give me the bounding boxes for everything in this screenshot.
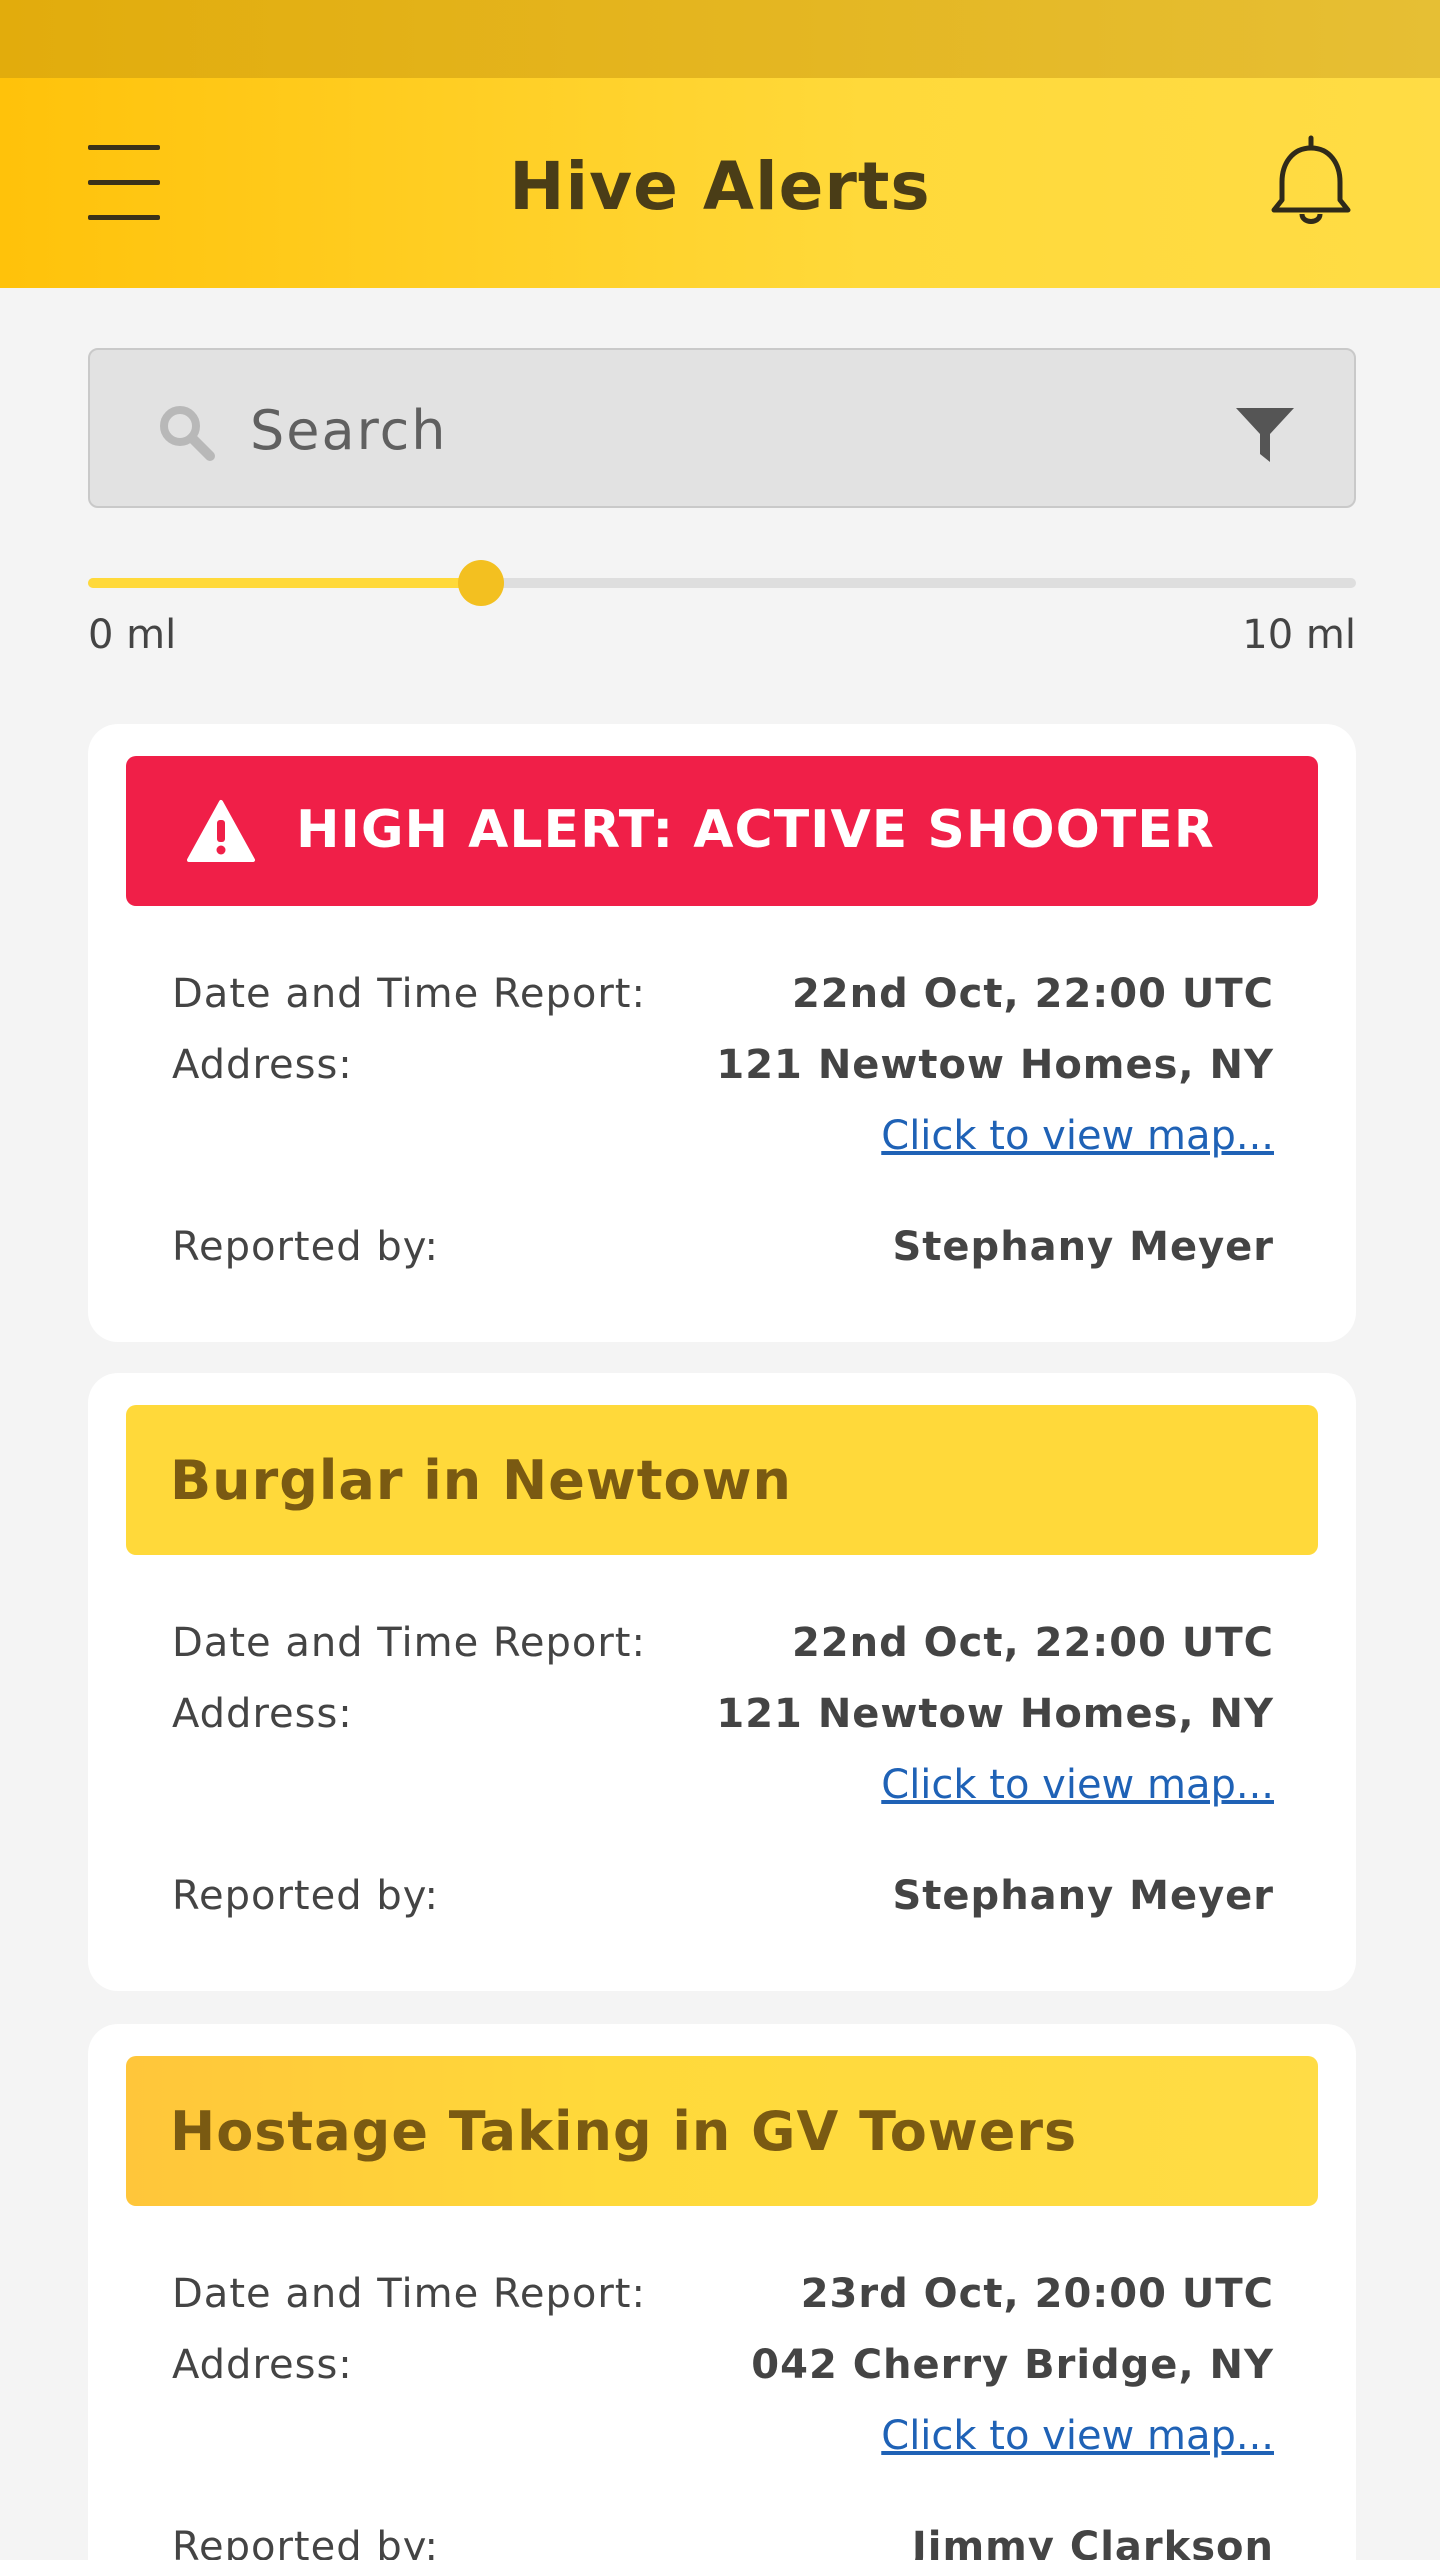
address-label: Address: [172, 2342, 353, 2388]
address-value: 121 Newtow Homes, NY [716, 1042, 1274, 1088]
address-value: 042 Cherry Bridge, NY [751, 2342, 1274, 2388]
status-bar [0, 0, 1440, 78]
view-map-link[interactable]: Click to view map... [881, 1113, 1274, 1159]
date-label: Date and Time Report: [172, 2271, 646, 2317]
page-title: Hive Alerts [509, 148, 931, 225]
warning-icon [186, 798, 256, 864]
date-label: Date and Time Report: [172, 1620, 646, 1666]
search-input[interactable] [250, 390, 1150, 470]
alert-card[interactable]: Hostage Taking in GV Towers Date and Tim… [88, 2024, 1356, 2560]
reporter-value: Stephany Meyer [892, 1873, 1274, 1919]
date-value: 22nd Oct, 22:00 UTC [791, 1620, 1274, 1666]
view-map-link[interactable]: Click to view map... [881, 2413, 1274, 2459]
address-label: Address: [172, 1691, 353, 1737]
view-map-link[interactable]: Click to view map... [881, 1762, 1274, 1808]
reporter-label: Reported by: [172, 1873, 439, 1919]
reporter-value: Jimmy Clarkson [911, 2524, 1274, 2560]
date-value: 23rd Oct, 20:00 UTC [800, 2271, 1274, 2317]
slider-max-label: 10 ml [1242, 612, 1356, 658]
search-bar [88, 348, 1356, 508]
alert-header: Hostage Taking in GV Towers [126, 2056, 1318, 2206]
date-value: 22nd Oct, 22:00 UTC [791, 971, 1274, 1017]
slider-min-label: 0 ml [88, 612, 177, 658]
reporter-value: Stephany Meyer [892, 1224, 1274, 1270]
alert-card[interactable]: HIGH ALERT: ACTIVE SHOOTER Date and Time… [88, 724, 1356, 1342]
alert-title: Hostage Taking in GV Towers [170, 2100, 1078, 2163]
alert-card[interactable]: Burglar in Newtown Date and Time Report:… [88, 1373, 1356, 1991]
reporter-label: Reported by: [172, 1224, 439, 1270]
reporter-label: Reported by: [172, 2524, 439, 2560]
date-label: Date and Time Report: [172, 971, 646, 1017]
distance-slider-handle[interactable] [458, 560, 505, 606]
alert-title: HIGH ALERT: ACTIVE SHOOTER [296, 800, 1215, 860]
alert-header: HIGH ALERT: ACTIVE SHOOTER [126, 756, 1318, 906]
address-value: 121 Newtow Homes, NY [716, 1691, 1274, 1737]
alert-title: Burglar in Newtown [170, 1449, 792, 1512]
bell-icon[interactable] [1268, 134, 1354, 234]
search-icon [154, 400, 218, 464]
alert-header: Burglar in Newtown [126, 1405, 1318, 1555]
address-label: Address: [172, 1042, 353, 1088]
distance-slider-fill [88, 578, 482, 588]
filter-icon[interactable] [1230, 398, 1300, 468]
